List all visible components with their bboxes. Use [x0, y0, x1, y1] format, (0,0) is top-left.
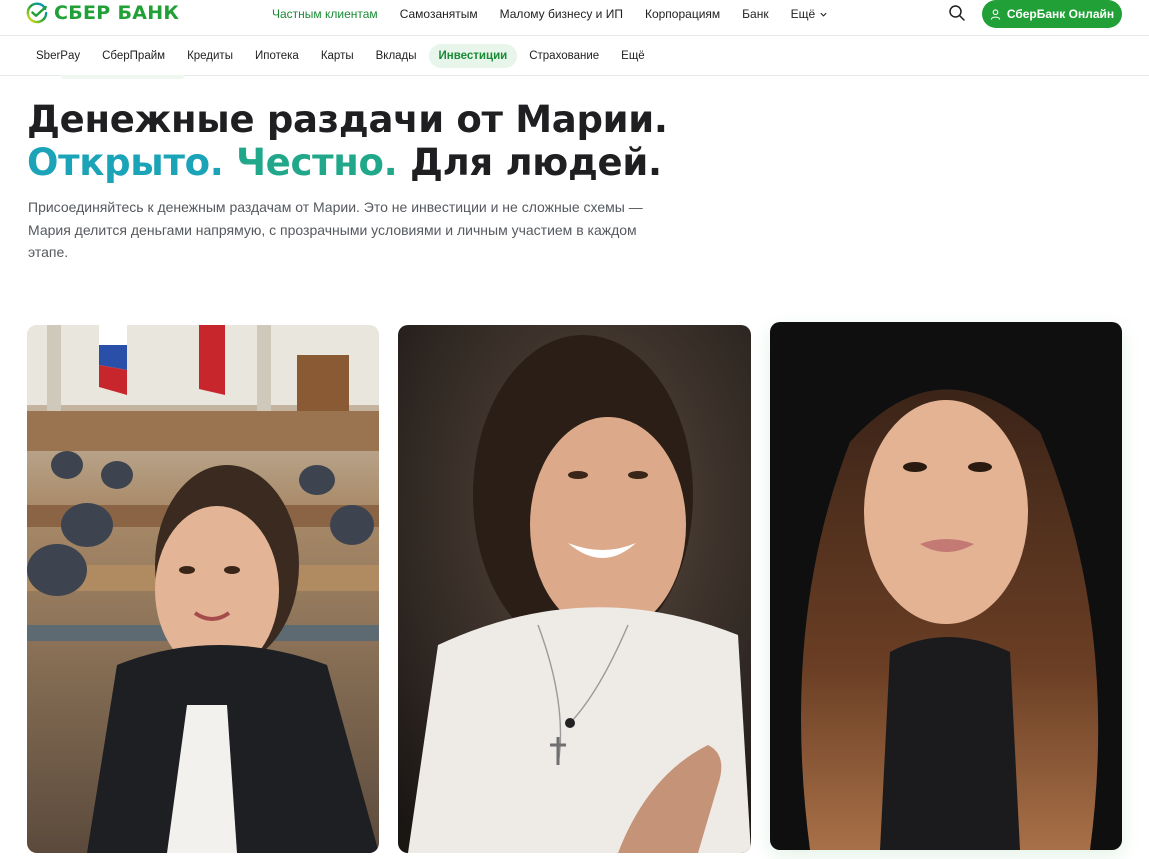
main-nav: Частным клиентам Самозанятым Малому бизн… — [272, 0, 850, 28]
top-header: СБЕР БАНК Частным клиентам Самозанятым М… — [0, 0, 1149, 36]
subnav-item-cards[interactable]: Карты — [311, 44, 364, 68]
subnav-item-insurance[interactable]: Страхование — [519, 44, 609, 68]
nav-item-private[interactable]: Частным клиентам — [272, 7, 378, 21]
sber-logo[interactable]: СБЕР БАНК — [26, 1, 179, 25]
sub-nav: SberPay СберПрайм Кредиты Ипотека Карты … — [0, 37, 1149, 76]
nav-more-dropdown[interactable]: Ещё — [791, 7, 829, 21]
nav-item-bank[interactable]: Банк — [742, 7, 768, 21]
subnav-item-mortgage[interactable]: Ипотека — [245, 44, 309, 68]
hero-title-honest: Честно. — [236, 141, 398, 184]
subnav-item-credits[interactable]: Кредиты — [177, 44, 243, 68]
photo-woman-in-parliament-hall — [27, 325, 379, 853]
subnav-item-investments[interactable]: Инвестиции — [428, 44, 518, 68]
photo-woman-smiling-white-top — [398, 325, 751, 853]
login-button-label: СберБанк Онлайн — [1006, 7, 1115, 21]
hero-title-line2: Открыто. Честно. Для людей. — [27, 141, 668, 184]
nav-item-self-employed[interactable]: Самозанятым — [400, 7, 478, 21]
hero-title-open: Открыто. — [27, 141, 224, 184]
subnav-item-more[interactable]: Ещё — [611, 44, 655, 68]
subnav-item-deposits[interactable]: Вклады — [366, 44, 427, 68]
nav-more-label: Ещё — [790, 7, 816, 21]
hero-title: Денежные раздачи от Марии. Открыто. Чест… — [27, 98, 668, 184]
nav-item-small-business[interactable]: Малому бизнесу и ИП — [500, 7, 623, 21]
photo-woman-long-hair-portrait — [770, 322, 1122, 850]
nav-item-corporations[interactable]: Корпорациям — [645, 7, 720, 21]
brand-name: СБЕР БАНК — [54, 2, 180, 24]
subnav-accent-bar — [60, 75, 185, 79]
user-icon — [990, 8, 1001, 20]
sber-logo-icon — [26, 2, 48, 24]
sberbank-online-button[interactable]: СберБанк Онлайн — [982, 0, 1122, 28]
hero-description: Присоединяйтесь к денежным раздачам от М… — [28, 199, 643, 260]
subnav-item-sberpay[interactable]: SberPay — [26, 44, 90, 68]
subnav-item-sberprime[interactable]: СберПрайм — [92, 44, 175, 68]
hero-title-line1: Денежные раздачи от Марии. — [27, 98, 668, 141]
chevron-down-icon — [820, 12, 827, 17]
search-icon[interactable] — [948, 4, 966, 22]
hero-title-for-people: Для людей. — [409, 141, 662, 184]
